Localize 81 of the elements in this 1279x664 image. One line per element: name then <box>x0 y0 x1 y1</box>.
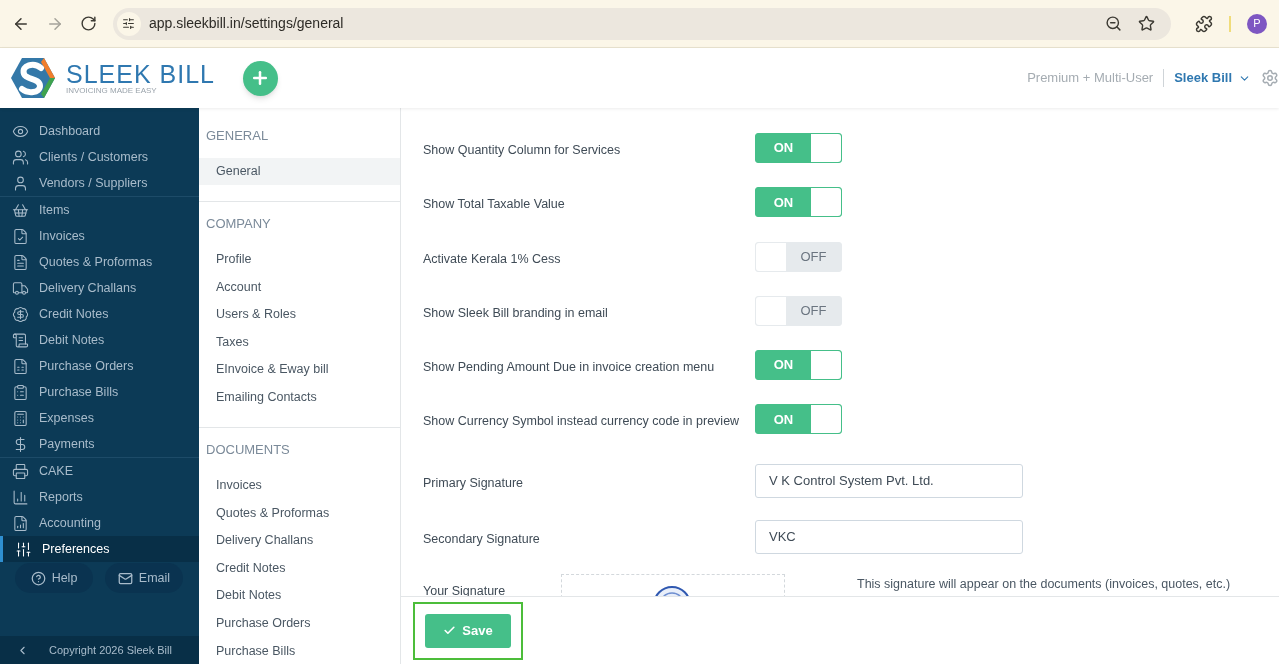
sidebar-item[interactable]: Purchase Orders <box>0 353 199 379</box>
zoom-icon[interactable] <box>1105 15 1123 32</box>
basket-icon <box>12 201 29 219</box>
sidebar-item[interactable]: Items <box>0 197 199 223</box>
settings-nav-item[interactable]: Profile <box>199 245 400 274</box>
help-button[interactable]: Help <box>15 563 93 593</box>
sidebar-item[interactable]: Invoices <box>0 223 199 249</box>
email-button[interactable]: Email <box>105 563 183 593</box>
document-icon <box>12 253 29 271</box>
sidebar-item[interactable]: Quotes & Proformas <box>0 249 199 275</box>
setting-label: Show Total Taxable Value <box>423 196 566 214</box>
setting-label: Show Pending Amount Due in invoice creation menu <box>423 359 716 377</box>
settings-nav-item[interactable]: Invoices <box>199 471 400 500</box>
brand-tagline: INVOICING MADE EASY <box>66 86 158 95</box>
sidebar-item[interactable]: Debit Notes <box>0 327 199 353</box>
section-heading: DOCUMENTS <box>205 441 291 460</box>
document-check-icon <box>12 227 29 245</box>
sidebar-item[interactable]: Dashboard <box>0 118 199 144</box>
check-icon <box>443 624 457 637</box>
mail-icon <box>117 570 133 586</box>
setting-label: Activate Kerala 1% Cess <box>423 250 562 268</box>
signature-field[interactable]: V K Control System Pvt. Ltd. <box>755 463 1023 498</box>
settings-nav-item[interactable]: Debit Notes <box>199 582 400 610</box>
settings-nav-item[interactable]: Credit Notes <box>199 554 400 583</box>
settings-nav-item[interactable]: EInvoice & Eway bill <box>199 355 400 384</box>
section-heading: GENERAL <box>205 127 270 145</box>
sidebar-item[interactable]: Delivery Challans <box>0 275 199 301</box>
bar-chart-icon <box>12 488 29 506</box>
reload-icon[interactable] <box>79 15 97 32</box>
brand-name: SLEEK BILL <box>66 61 215 87</box>
extensions-icon[interactable] <box>1195 14 1214 33</box>
site-info-icon[interactable] <box>116 11 141 36</box>
sidebar-item[interactable]: Accounting <box>0 510 199 536</box>
help-icon <box>30 570 46 586</box>
calculator-icon <box>12 409 29 427</box>
plan-label: Premium + Multi-User <box>1027 69 1154 88</box>
bookmark-star-icon[interactable] <box>1138 15 1156 32</box>
person-icon <box>12 174 29 192</box>
printer-icon <box>12 462 29 480</box>
settings-nav-item[interactable]: Quotes & Proformas <box>199 499 400 527</box>
setting-label: Show Sleek Bill branding in email <box>423 304 609 322</box>
setting-label: Show Currency Symbol instead currency code in preview <box>423 413 741 431</box>
sidebar-item[interactable]: Vendors / Suppliers <box>0 170 199 196</box>
sidebar-item[interactable]: Expenses <box>0 405 199 431</box>
field-label: Primary Signature <box>423 474 525 492</box>
section-heading: COMPANY <box>205 215 272 234</box>
logo-icon <box>10 56 56 100</box>
account-menu[interactable]: Sleek Bill <box>1174 68 1251 88</box>
sidebar-item[interactable]: Credit Notes <box>0 301 199 327</box>
settings-nav-item[interactable]: Account <box>199 273 400 301</box>
dollar-badge-icon <box>12 305 29 323</box>
settings-nav-item[interactable]: Emailing Contacts <box>199 383 400 412</box>
scroll-icon <box>12 331 29 349</box>
settings-nav-item[interactable]: Purchase Bills <box>199 637 400 664</box>
setting-label: Show Quantity Column for Services <box>423 142 622 159</box>
settings-nav-item[interactable]: General <box>199 157 400 186</box>
sidebar-item[interactable]: Preferences <box>0 536 199 562</box>
field-label: Secondary Signature <box>423 530 541 548</box>
sidebar-item[interactable]: CAKE <box>0 458 199 484</box>
sliders-icon <box>15 540 32 558</box>
settings-nav-item[interactable]: Taxes <box>199 328 400 356</box>
settings-nav-item[interactable]: Purchase Orders <box>199 609 400 638</box>
url-text: app.sleekbill.in/settings/general <box>148 14 345 33</box>
report-icon <box>12 514 29 532</box>
spreadsheet-icon <box>12 357 29 375</box>
address-bar[interactable]: app.sleekbill.in/settings/general <box>112 7 1172 40</box>
settings-nav-item[interactable]: Users & Roles <box>199 300 400 329</box>
sidebar-item[interactable]: Reports <box>0 484 199 510</box>
signature-field[interactable]: VKC <box>755 519 1023 554</box>
sidebar-item[interactable]: Clients / Customers <box>0 144 199 170</box>
profile-avatar[interactable]: P <box>1247 13 1267 34</box>
truck-icon <box>12 279 29 297</box>
copyright-text: Copyright 2026 Sleek Bill <box>49 642 172 658</box>
toggle-switch[interactable]: OFF <box>755 295 842 326</box>
settings-nav-item[interactable]: Delivery Challans <box>199 526 400 555</box>
signature-note: This signature will appear on the documents (invoices, quotes, etc.) <box>857 575 1231 593</box>
people-icon <box>12 148 29 166</box>
clipboard-icon <box>12 383 29 401</box>
sidebar-item[interactable]: Payments <box>0 431 199 457</box>
sidebar-item[interactable]: Purchase Bills <box>0 379 199 405</box>
toggle-switch[interactable]: OFF <box>755 241 842 272</box>
